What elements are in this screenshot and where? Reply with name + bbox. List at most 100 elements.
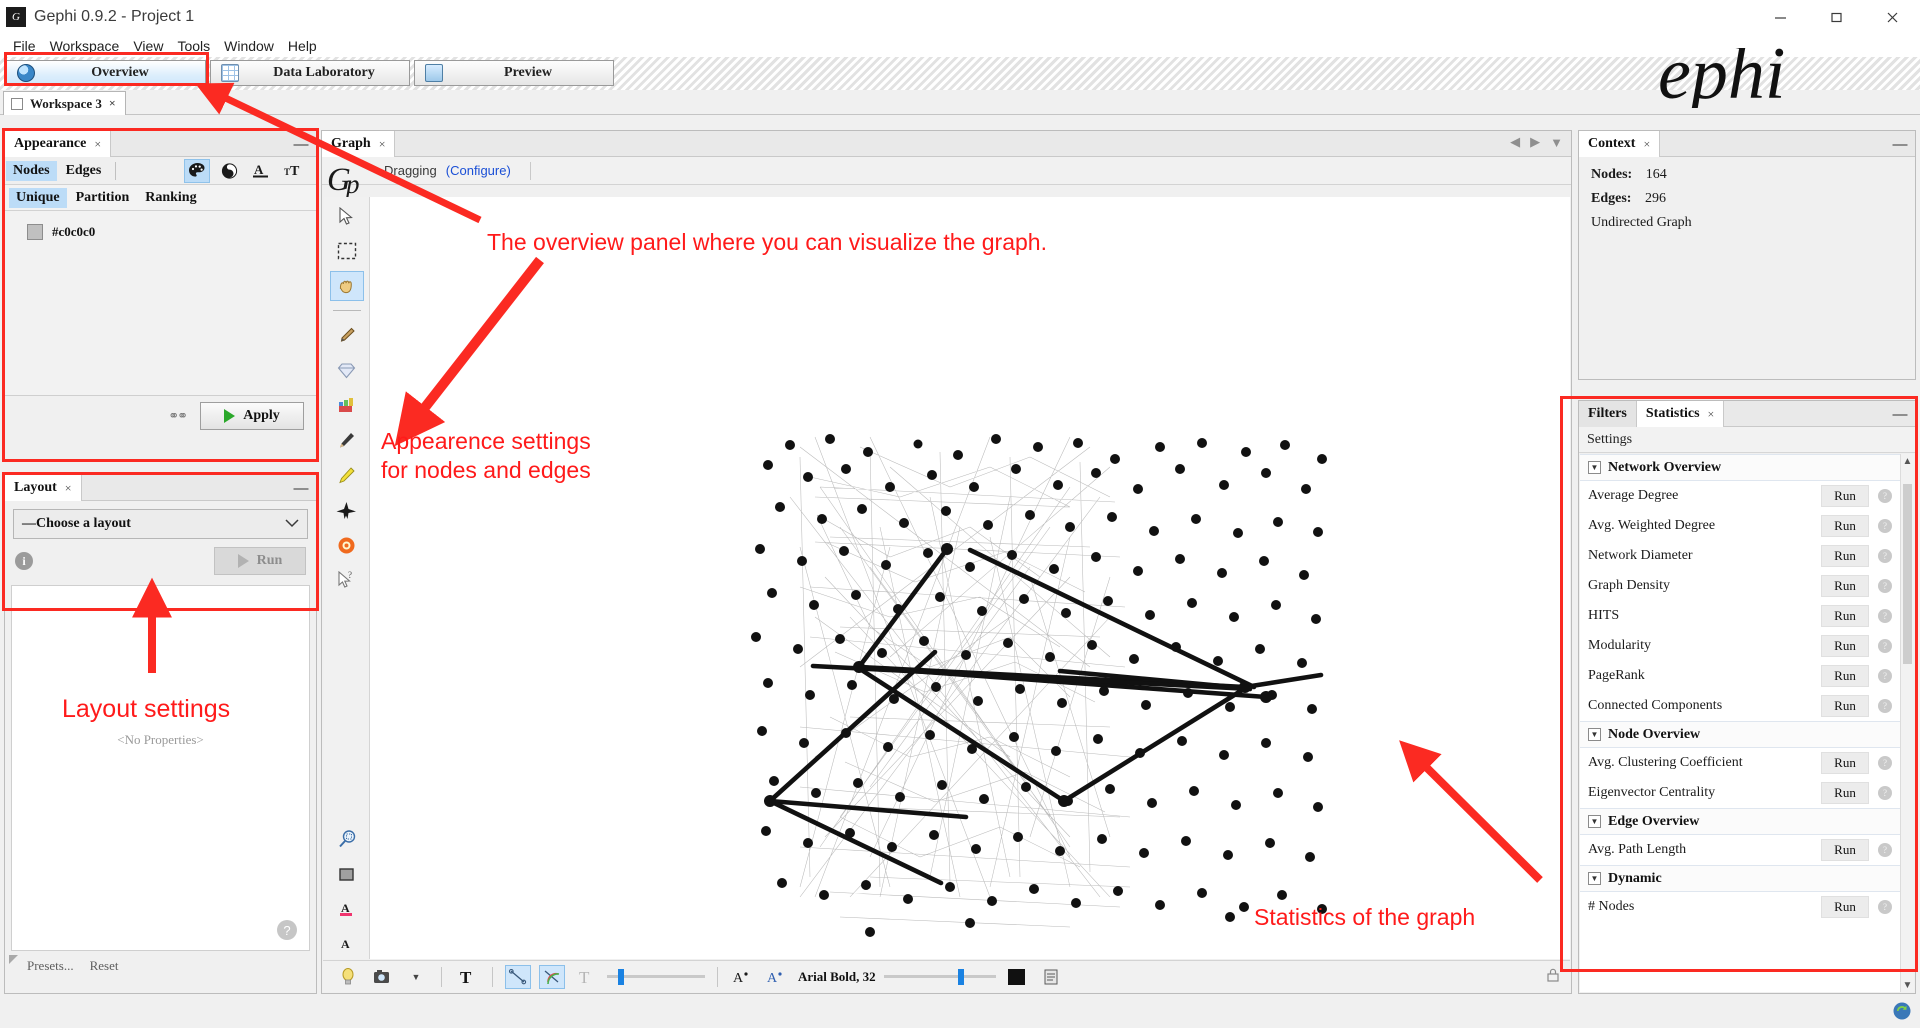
workspace-tab[interactable]: Workspace 3 × xyxy=(3,91,126,115)
font-increase-icon[interactable]: A xyxy=(764,965,790,989)
help-icon[interactable]: ? xyxy=(1878,549,1892,563)
expander-icon[interactable]: ▼ xyxy=(1588,461,1601,474)
context-close-icon[interactable]: × xyxy=(1643,137,1650,152)
run-button[interactable]: Run xyxy=(1821,605,1869,627)
cursor-question-icon[interactable]: ? xyxy=(330,565,364,595)
stat-eigenvector-centrality[interactable]: Eigenvector Centrality Run ? xyxy=(1580,778,1900,808)
edge-weight-slider[interactable] xyxy=(607,968,705,985)
run-button[interactable]: Run xyxy=(1821,782,1869,804)
show-node-labels-icon[interactable]: T xyxy=(454,965,480,989)
chain-link-icon[interactable]: ⚭⚭ xyxy=(168,408,188,424)
stat-num-nodes[interactable]: # Nodes Run ? xyxy=(1580,892,1900,922)
nav-dropdown-icon[interactable]: ▼ xyxy=(1550,135,1563,150)
hand-drag-icon[interactable] xyxy=(329,271,364,301)
nav-prev-icon[interactable]: ◀ xyxy=(1510,134,1520,150)
appearance-target-nodes[interactable]: Nodes xyxy=(6,160,57,181)
node-label-size-icon[interactable]: A xyxy=(330,929,364,959)
menu-file[interactable]: File xyxy=(6,36,43,56)
graph-tab[interactable]: Graph × xyxy=(322,131,396,157)
rectangle-selection-icon[interactable] xyxy=(330,236,364,266)
scroll-down-icon[interactable]: ▼ xyxy=(1901,978,1914,992)
menu-window[interactable]: Window xyxy=(217,36,281,56)
font-label[interactable]: Arial Bold, 32 xyxy=(798,969,876,985)
layout-select[interactable]: —Choose a layout xyxy=(13,509,308,539)
statistics-scrollbar[interactable]: ▲ ▼ xyxy=(1900,454,1914,992)
color-paint-bucket-icon[interactable] xyxy=(330,390,364,420)
gear-heatmap-icon[interactable] xyxy=(330,530,364,560)
run-button[interactable]: Run xyxy=(1821,752,1869,774)
label-color-icon[interactable]: A xyxy=(248,159,274,183)
run-button[interactable]: Run xyxy=(1821,896,1869,918)
help-icon[interactable]: ? xyxy=(1878,786,1892,800)
help-icon[interactable]: ? xyxy=(1878,900,1892,914)
context-minimize-icon[interactable]: — xyxy=(1892,136,1908,153)
stat-modularity[interactable]: Modularity Run ? xyxy=(1580,631,1900,661)
run-button[interactable]: Run xyxy=(1821,515,1869,537)
apply-button[interactable]: Apply xyxy=(200,402,304,430)
run-button[interactable]: Run xyxy=(1821,545,1869,567)
paintbrush-icon[interactable] xyxy=(330,320,364,350)
menu-workspace[interactable]: Workspace xyxy=(43,36,127,56)
presets-button[interactable]: Presets... xyxy=(27,958,74,974)
stat-pagerank[interactable]: PageRank Run ? xyxy=(1580,661,1900,691)
statistics-minimize-icon[interactable]: — xyxy=(1892,406,1908,423)
stat-hits[interactable]: HITS Run ? xyxy=(1580,601,1900,631)
appearance-mode-partition[interactable]: Partition xyxy=(69,188,137,208)
lock-icon[interactable] xyxy=(1546,967,1560,986)
zoom-center-icon[interactable] xyxy=(330,824,364,854)
expander-icon[interactable]: ▼ xyxy=(1588,872,1601,885)
label-size-slider[interactable] xyxy=(883,968,996,985)
group-network-overview[interactable]: ▼ Network Overview xyxy=(1580,454,1900,481)
run-button[interactable]: Run xyxy=(1821,635,1869,657)
help-icon[interactable]: ? xyxy=(1878,669,1892,683)
help-icon[interactable]: ? xyxy=(1878,489,1892,503)
stat-connected-components[interactable]: Connected Components Run ? xyxy=(1580,691,1900,721)
group-node-overview[interactable]: ▼ Node Overview xyxy=(1580,721,1900,748)
tab-statistics[interactable]: Statistics × xyxy=(1636,401,1725,427)
run-button[interactable]: Run xyxy=(1821,665,1869,687)
close-icon[interactable] xyxy=(1864,0,1920,34)
layout-close-icon[interactable]: × xyxy=(65,481,72,496)
unique-color-row[interactable]: #c0c0c0 xyxy=(5,211,316,240)
maximize-icon[interactable] xyxy=(1808,0,1864,34)
palette-icon[interactable] xyxy=(184,158,210,183)
expander-icon[interactable]: ▼ xyxy=(1588,728,1601,741)
node-color-swatch[interactable] xyxy=(1004,965,1030,989)
menu-view[interactable]: View xyxy=(126,36,170,56)
statistics-close-icon[interactable]: × xyxy=(1708,407,1715,422)
info-icon[interactable]: i xyxy=(15,552,33,570)
edge-thickness-icon[interactable] xyxy=(505,964,531,989)
camera-dropdown-icon[interactable]: ▼ xyxy=(403,965,429,989)
help-icon[interactable]: ? xyxy=(1878,843,1892,857)
color-swatch[interactable] xyxy=(27,224,43,240)
cursor-select-icon[interactable] xyxy=(330,201,364,231)
reset-button[interactable]: Reset xyxy=(90,958,119,974)
minimize-icon[interactable] xyxy=(1752,0,1808,34)
edge-color-icon[interactable] xyxy=(539,964,565,989)
layout-tab[interactable]: Layout × xyxy=(5,475,82,501)
appearance-minimize-icon[interactable]: — xyxy=(293,136,309,153)
help-icon[interactable]: ? xyxy=(1878,639,1892,653)
font-decrease-icon[interactable]: A xyxy=(730,965,756,989)
nav-next-icon[interactable]: ▶ xyxy=(1530,134,1540,150)
tab-preview[interactable]: Preview xyxy=(414,60,614,86)
appearance-mode-unique[interactable]: Unique xyxy=(9,187,67,208)
label-size-icon[interactable]: T T xyxy=(280,159,306,183)
size-ring-icon[interactable] xyxy=(216,159,242,183)
slider-thumb[interactable] xyxy=(618,968,624,985)
configure-link[interactable]: (Configure) xyxy=(446,163,511,178)
airplane-shortest-path-icon[interactable] xyxy=(330,495,364,525)
stat-avg-weighted-degree[interactable]: Avg. Weighted Degree Run ? xyxy=(1580,511,1900,541)
status-refresh-icon[interactable] xyxy=(1892,1001,1912,1021)
slider-thumb[interactable] xyxy=(957,968,964,985)
stat-average-degree[interactable]: Average Degree Run ? xyxy=(1580,481,1900,511)
appearance-tab[interactable]: Appearance × xyxy=(5,131,112,157)
highlighter-icon[interactable] xyxy=(330,460,364,490)
layout-minimize-icon[interactable]: — xyxy=(293,480,309,497)
diamond-size-icon[interactable] xyxy=(330,355,364,385)
context-tab[interactable]: Context × xyxy=(1579,131,1661,157)
background-color-icon[interactable] xyxy=(330,859,364,889)
help-icon[interactable]: ? xyxy=(1878,579,1892,593)
scrollbar-thumb[interactable] xyxy=(1903,484,1912,664)
help-icon[interactable]: ? xyxy=(1878,609,1892,623)
